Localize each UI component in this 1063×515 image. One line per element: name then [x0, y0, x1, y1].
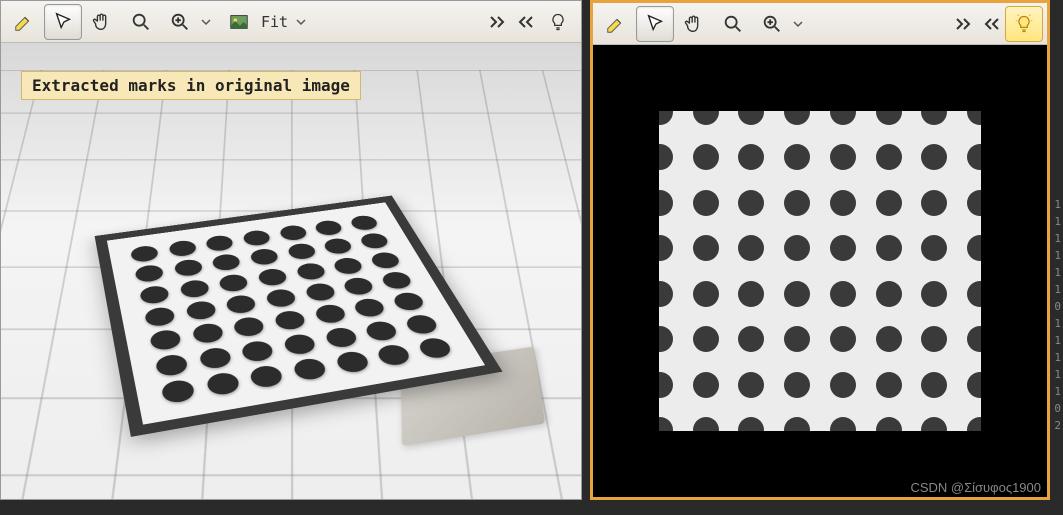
- fit-label: Fit: [255, 13, 294, 31]
- next-button[interactable]: [951, 6, 977, 42]
- right-image-panel: CSDN @Σίσυφος1900: [590, 0, 1050, 500]
- zoom-in-icon: [169, 11, 191, 33]
- rectified-image-scene: [593, 45, 1047, 497]
- chevrons-right-icon: [954, 16, 974, 32]
- pan-hand-icon: [91, 11, 113, 33]
- hint-button[interactable]: [1005, 6, 1043, 42]
- pan-button[interactable]: [83, 4, 121, 40]
- prev-button[interactable]: [978, 6, 1004, 42]
- rectified-dot-grid: [659, 111, 981, 431]
- edit-pencil-icon: [605, 13, 627, 35]
- lightbulb-icon: [548, 12, 568, 32]
- chevrons-left-icon: [515, 14, 535, 30]
- cursor-button[interactable]: [636, 6, 674, 42]
- edit-button[interactable]: [597, 6, 635, 42]
- cursor-arrow-icon: [52, 11, 74, 33]
- cursor-button[interactable]: [44, 4, 82, 40]
- edit-button[interactable]: [5, 4, 43, 40]
- zoom-dropdown[interactable]: [200, 17, 212, 27]
- zoom-button[interactable]: [714, 6, 752, 42]
- chevron-down-icon: [201, 17, 211, 27]
- watermark: CSDN @Σίσυφος1900: [910, 480, 1041, 495]
- prev-button[interactable]: [512, 4, 538, 40]
- left-viewport[interactable]: Extracted marks in original image: [1, 43, 581, 499]
- original-image-scene: [1, 43, 581, 499]
- chevron-down-icon: [793, 19, 803, 29]
- image-fit-icon: [228, 11, 250, 33]
- pan-button[interactable]: [675, 6, 713, 42]
- lightbulb-icon: [1014, 14, 1034, 34]
- zoom-in-button[interactable]: [161, 4, 199, 40]
- image-fit-button[interactable]: [224, 4, 254, 40]
- zoom-dropdown[interactable]: [792, 19, 804, 29]
- zoom-magnifier-icon: [130, 11, 152, 33]
- pan-hand-icon: [683, 13, 705, 35]
- chevron-down-icon: [296, 17, 306, 27]
- right-toolbar: [593, 3, 1047, 45]
- rectified-image: [659, 111, 981, 431]
- zoom-button[interactable]: [122, 4, 160, 40]
- left-toolbar: Fit: [1, 1, 581, 43]
- right-viewport[interactable]: [593, 45, 1047, 497]
- cursor-arrow-icon: [644, 13, 666, 35]
- edit-pencil-icon: [13, 11, 35, 33]
- side-line-numbers: 11111101111102: [1054, 196, 1063, 434]
- board-dot-grid: [124, 212, 463, 409]
- chevrons-right-icon: [488, 14, 508, 30]
- zoom-in-button[interactable]: [753, 6, 791, 42]
- overlay-label: Extracted marks in original image: [21, 71, 361, 100]
- next-button[interactable]: [485, 4, 511, 40]
- fit-dropdown[interactable]: [295, 17, 307, 27]
- left-image-panel: Fit Extracted marks in o: [0, 0, 582, 500]
- zoom-magnifier-icon: [722, 13, 744, 35]
- hint-button[interactable]: [539, 4, 577, 40]
- chevrons-left-icon: [981, 16, 1001, 32]
- zoom-in-icon: [761, 13, 783, 35]
